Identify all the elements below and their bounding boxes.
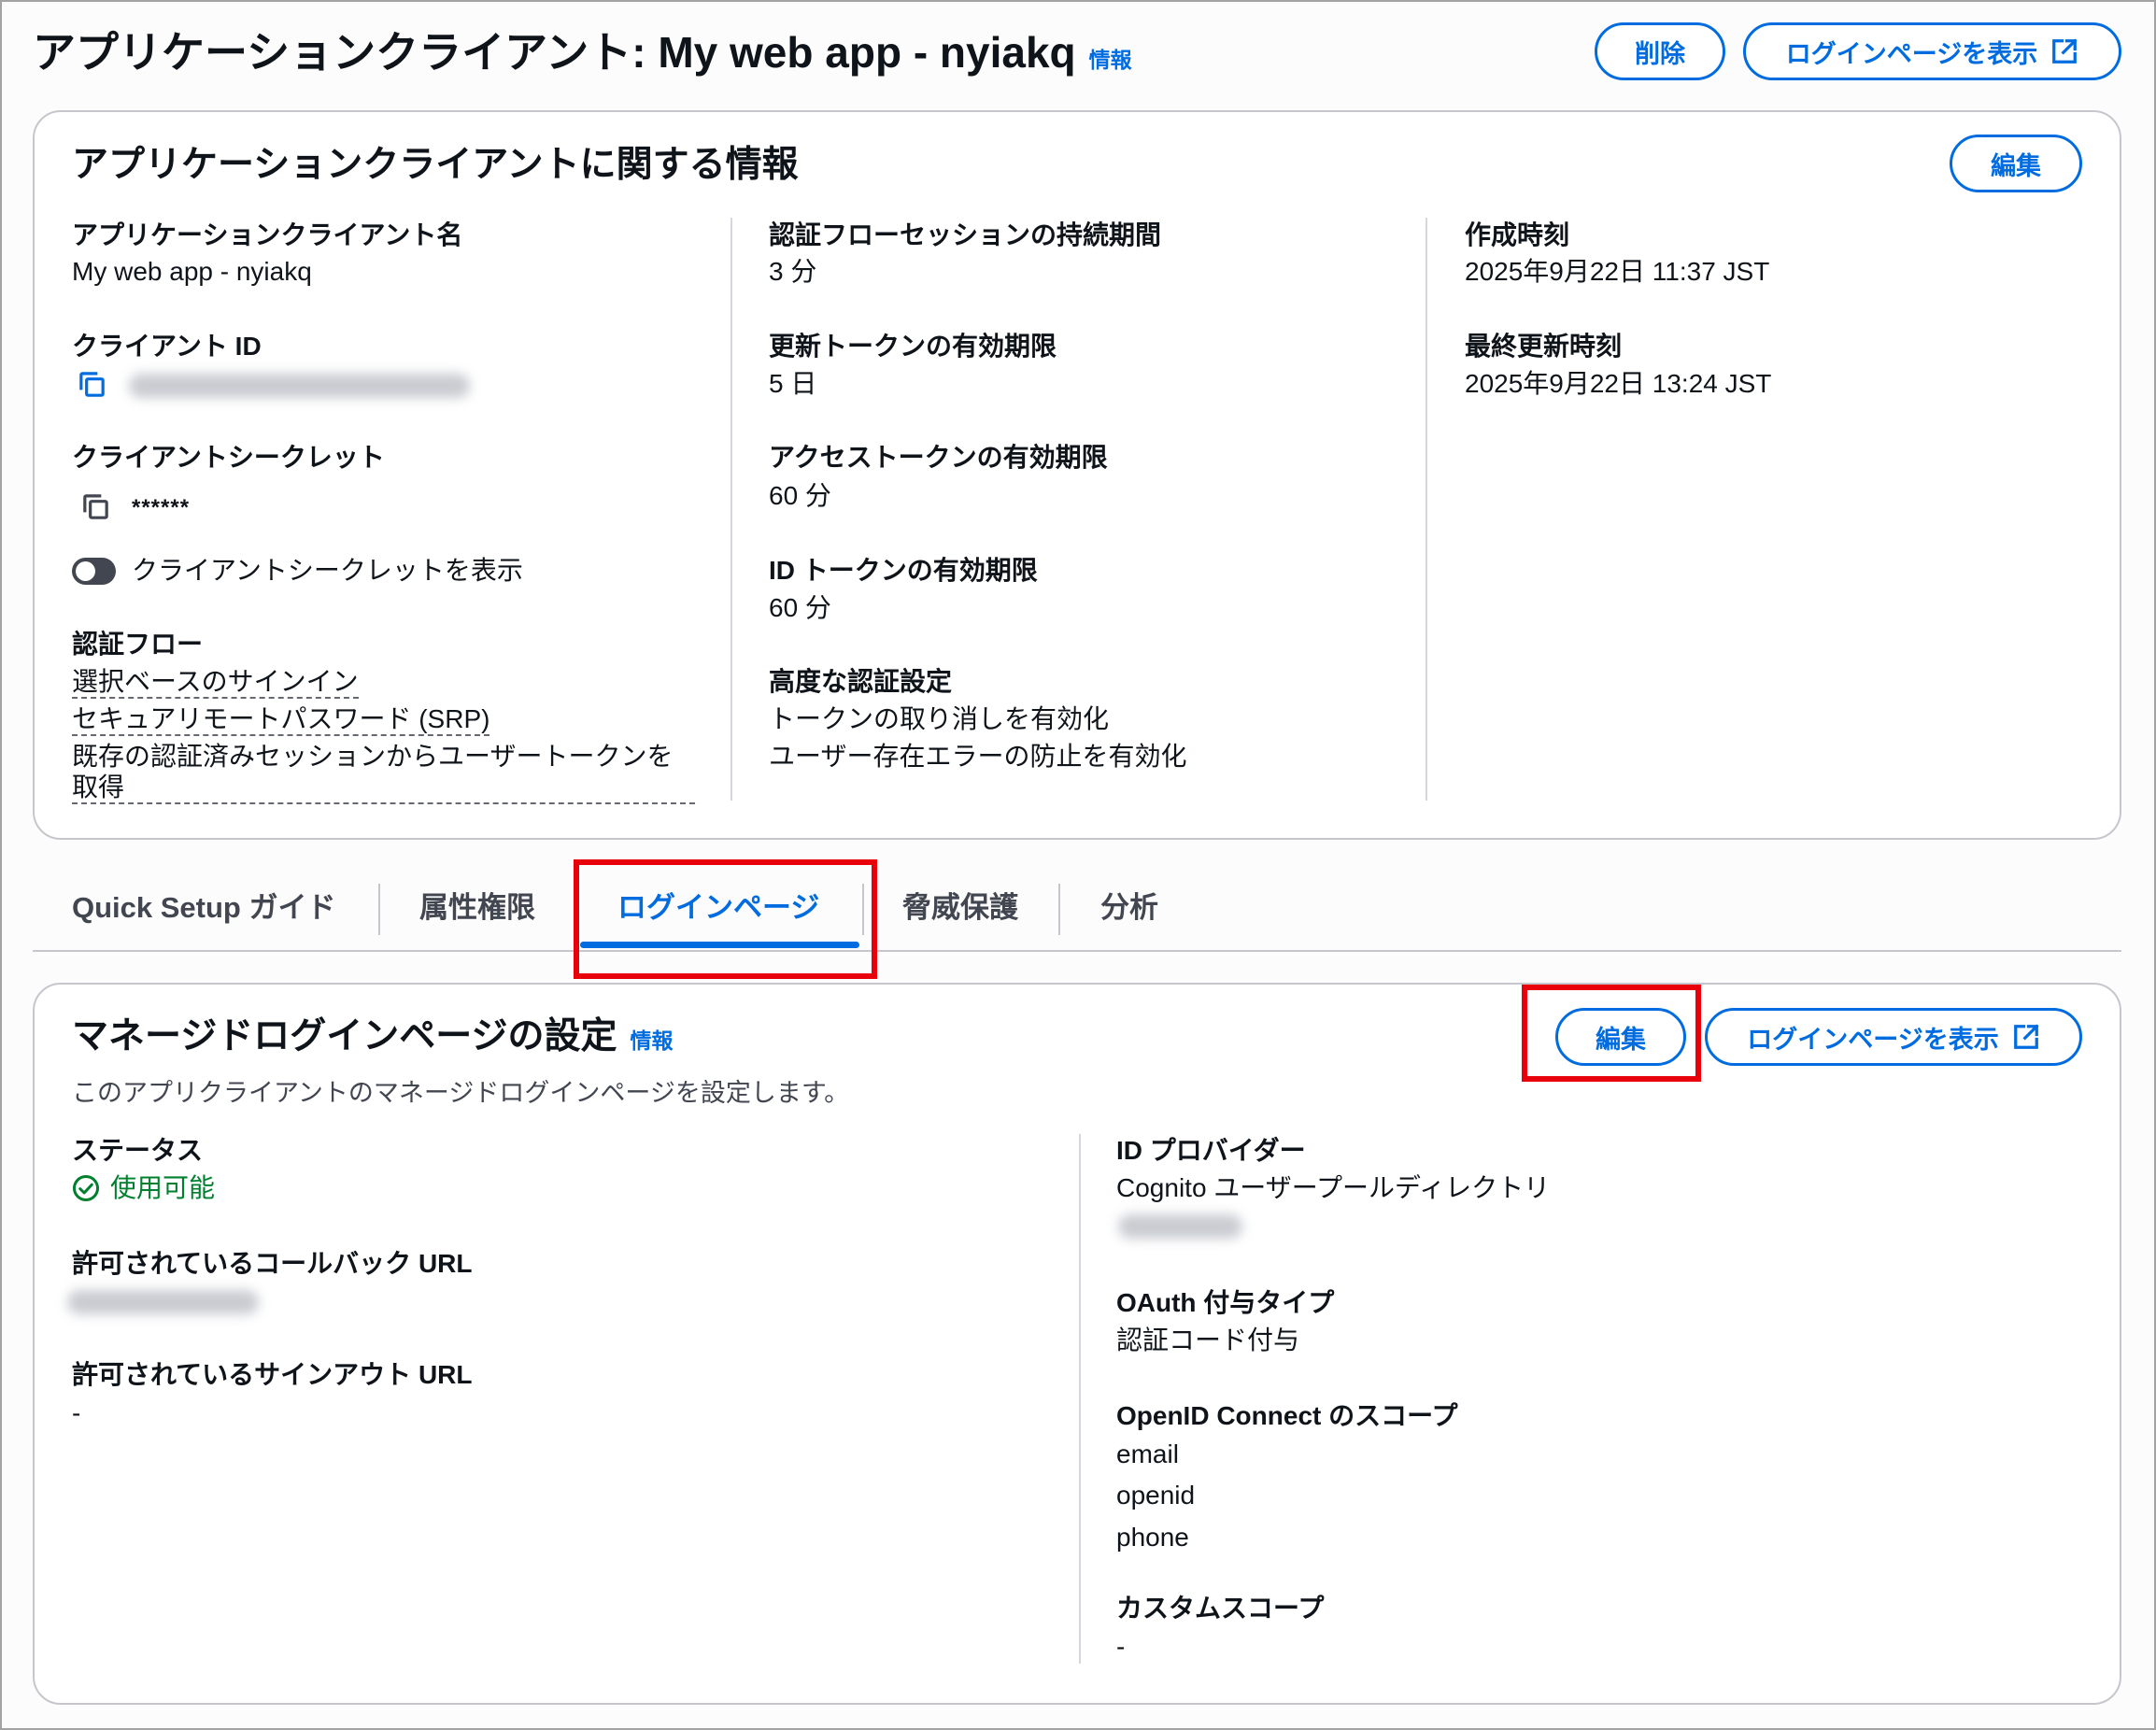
tab-quick-setup-guide[interactable]: Quick Setup ガイド: [72, 886, 335, 930]
signout-urls-label: 許可されているサインアウト URL: [72, 1360, 473, 1389]
tab-separator: [378, 884, 380, 935]
id-token-validity-value: 60 分: [769, 593, 831, 622]
tab-separator: [862, 884, 864, 935]
client-secret-label: クライアントシークレット: [72, 443, 385, 472]
info-link[interactable]: 情報: [630, 1015, 673, 1066]
status-label: ステータス: [72, 1136, 204, 1165]
column-divider: [1079, 1134, 1081, 1664]
page-title-text: アプリケーションクライアント: My web app - nyiakq: [33, 28, 1076, 77]
managed-login-heading: マネージドログインページの設定 情報: [72, 1012, 673, 1062]
signout-urls-value: -: [72, 1398, 81, 1427]
access-token-validity-value: 60 分: [769, 481, 831, 510]
tab-analytics[interactable]: 分析: [1100, 886, 1158, 930]
advanced-auth-settings-label: 高度な認証設定: [769, 667, 953, 696]
auth-flow-srp[interactable]: セキュアリモートパスワード (SRP): [72, 703, 490, 736]
external-link-icon: [2012, 1023, 2040, 1051]
advanced-auth-setting-item: トークンの取り消しを有効化: [769, 704, 1110, 733]
openid-scope-item: openid: [1116, 1481, 1196, 1510]
custom-scopes-label: カスタムスコープ: [1116, 1594, 1325, 1623]
identity-providers-value: Cognito ユーザープールディレクトリ: [1116, 1173, 1551, 1202]
managed-login-heading-text: マネージドログインページの設定: [72, 1016, 617, 1056]
last-updated-time-value: 2025年9月22日 13:24 JST: [1465, 369, 1772, 398]
view-login-page-button[interactable]: ログインページを表示: [1705, 1008, 2082, 1066]
created-time-value: 2025年9月22日 11:37 JST: [1465, 257, 1770, 286]
edit-app-client-button[interactable]: 編集: [1950, 135, 2082, 192]
active-tab-indicator: [580, 942, 859, 948]
tab-separator: [574, 884, 575, 935]
identity-providers-label: ID プロバイダー: [1116, 1136, 1306, 1165]
id-token-validity-label: ID トークンの有効期限: [769, 556, 1038, 585]
edit-button-label: 編集: [1991, 151, 2041, 180]
column-divider: [1426, 218, 1427, 801]
oauth-grant-types-label: OAuth 付与タイプ: [1116, 1288, 1335, 1317]
callback-url-value-redacted: [67, 1290, 259, 1314]
last-updated-time-label: 最終更新時刻: [1465, 332, 1623, 361]
identity-provider-value-redacted: [1118, 1214, 1242, 1239]
client-name-value: My web app - nyiakq: [72, 257, 312, 286]
page-title: アプリケーションクライアント: My web app - nyiakq 情報: [33, 22, 1132, 82]
copy-icon[interactable]: [76, 368, 108, 401]
auth-session-duration-value: 3 分: [769, 257, 817, 286]
created-time-label: 作成時刻: [1465, 220, 1570, 249]
list-item: 選択ベースのサインイン: [72, 666, 695, 699]
status-badge: 使用可能: [110, 1173, 216, 1202]
delete-button[interactable]: 削除: [1595, 22, 1725, 80]
managed-login-description: このアプリクライアントのマネージドログインページを設定します。: [72, 1079, 850, 1107]
list-item: 既存の認証済みセッションからユーザートークンを取得: [72, 741, 695, 804]
check-circle-icon: [72, 1174, 100, 1202]
custom-scopes-value: -: [1116, 1632, 1126, 1661]
auth-flows-list: 選択ベースのサインイン セキュアリモートパスワード (SRP) 既存の認証済みセ…: [72, 666, 695, 809]
tab-login-pages[interactable]: ログインページ: [617, 886, 819, 930]
tabs-divider: [33, 950, 2121, 952]
app-client-detail-page: アプリケーションクライアント: My web app - nyiakq 情報 削…: [0, 0, 2156, 1730]
app-client-info-heading: アプリケーションクライアントに関する情報: [72, 145, 799, 185]
oauth-grant-types-value: 認証コード付与: [1116, 1326, 1300, 1354]
view-login-page-button[interactable]: ログインページを表示: [1743, 22, 2121, 80]
openid-scope-item: email: [1116, 1439, 1179, 1468]
managed-login-panel: マネージドログインページの設定 情報 このアプリクライアントのマネージドログイン…: [33, 983, 2121, 1705]
view-login-page-label: ログインページを表示: [1785, 39, 2038, 68]
tab-attribute-permissions[interactable]: 属性権限: [419, 886, 535, 930]
edit-managed-login-button[interactable]: 編集: [1555, 1008, 1686, 1066]
openid-scope-item: phone: [1116, 1523, 1189, 1552]
auth-flow-choice-based[interactable]: 選択ベースのサインイン: [72, 666, 359, 699]
info-link[interactable]: 情報: [1089, 30, 1132, 90]
app-client-info-panel: アプリケーションクライアントに関する情報 編集 アプリケーションクライアント名 …: [33, 110, 2121, 840]
client-id-value-redacted: [129, 374, 470, 398]
client-id-label: クライアント ID: [72, 332, 262, 361]
client-name-label: アプリケーションクライアント名: [72, 220, 463, 249]
toggle-knob: [76, 561, 95, 581]
auth-flow-refresh-token[interactable]: 既存の認証済みセッションからユーザートークンを取得: [72, 741, 695, 804]
openid-scopes-label: OpenID Connect のスコープ: [1116, 1401, 1458, 1430]
delete-button-label: 削除: [1635, 39, 1685, 68]
app-client-tabs: Quick Setup ガイド 属性権限 ログインページ 脅威保護 分析: [33, 859, 2121, 953]
copy-icon[interactable]: [79, 490, 112, 523]
edit-button-label: 編集: [1596, 1025, 1646, 1054]
advanced-auth-setting-item: ユーザー存在エラーの防止を有効化: [769, 742, 1187, 771]
refresh-token-validity-value: 5 日: [769, 369, 817, 398]
tab-threat-protection[interactable]: 脅威保護: [902, 886, 1018, 930]
show-secret-toggle-label[interactable]: クライアントシークレットを表示: [132, 552, 523, 589]
external-link-icon: [2050, 37, 2078, 65]
refresh-token-validity-label: 更新トークンの有効期限: [769, 332, 1057, 361]
column-divider: [730, 218, 732, 801]
show-secret-toggle[interactable]: [72, 558, 116, 585]
auth-flows-label: 認証フロー: [72, 630, 204, 659]
tab-separator: [1058, 884, 1060, 935]
callback-urls-label: 許可されているコールバック URL: [72, 1249, 473, 1278]
view-login-page-label: ログインページを表示: [1747, 1025, 1999, 1054]
list-item: セキュアリモートパスワード (SRP): [72, 703, 695, 736]
client-secret-value: ******: [132, 495, 191, 520]
access-token-validity-label: アクセストークンの有効期限: [769, 443, 1108, 472]
auth-session-duration-label: 認証フローセッションの持続期間: [769, 220, 1162, 249]
